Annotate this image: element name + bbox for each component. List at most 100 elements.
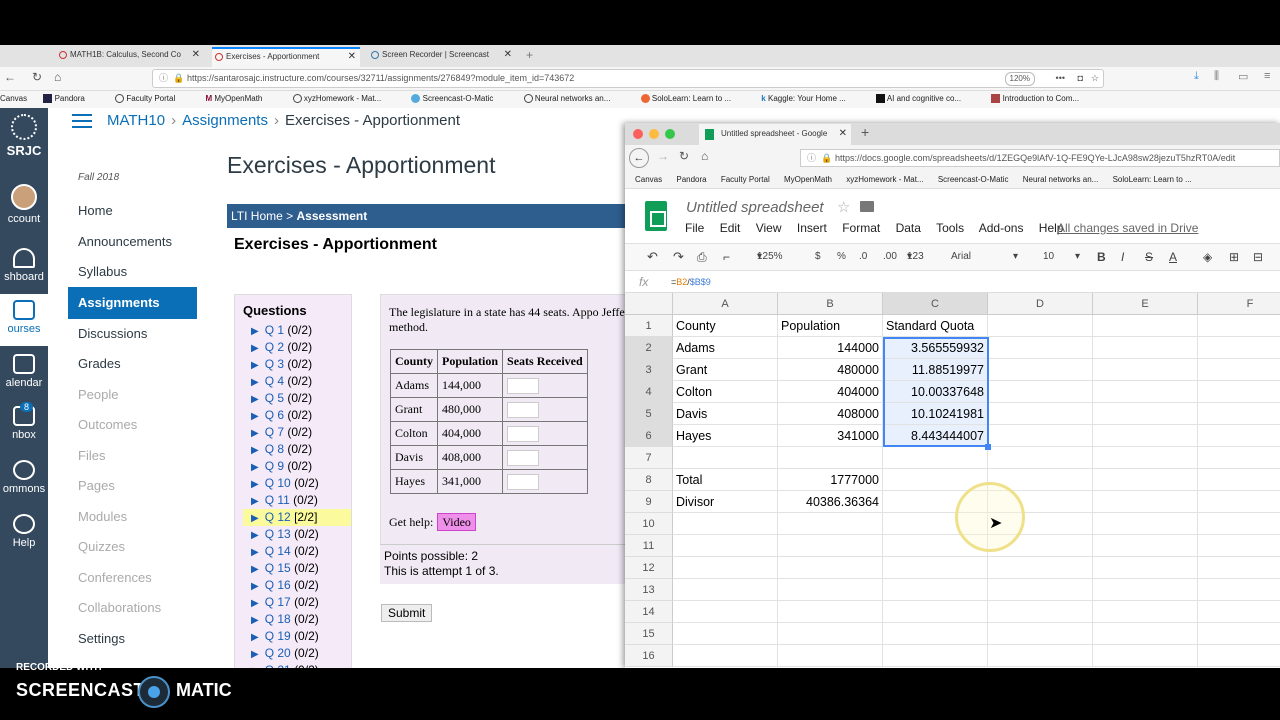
column-header[interactable]: A xyxy=(673,293,778,315)
cell[interactable]: Davis xyxy=(673,403,778,425)
paint-format-icon[interactable]: ⌐ xyxy=(723,244,730,270)
bold-icon[interactable]: B xyxy=(1097,244,1106,270)
bookmark-item[interactable]: Canvas xyxy=(635,175,662,184)
cell[interactable]: 480000 xyxy=(778,359,883,381)
cell[interactable] xyxy=(1198,447,1280,469)
course-nav-pages[interactable]: Pages xyxy=(68,470,197,502)
cell[interactable]: 144000 xyxy=(778,337,883,359)
submit-button[interactable]: Submit xyxy=(381,604,433,622)
row-header[interactable]: 10 xyxy=(625,513,673,535)
question-item[interactable]: ▶ Q 2 (0/2) xyxy=(243,339,351,356)
cell[interactable] xyxy=(1198,491,1280,513)
cell[interactable]: Total xyxy=(673,469,778,491)
home-icon[interactable]: ⌂ xyxy=(701,149,708,163)
cell[interactable]: Grant xyxy=(673,359,778,381)
cell[interactable] xyxy=(988,359,1093,381)
cell[interactable]: Standard Quota xyxy=(883,315,988,337)
cell[interactable]: Adams xyxy=(673,337,778,359)
question-item[interactable]: ▶ Q 4 (0/2) xyxy=(243,373,351,390)
column-header[interactable]: D xyxy=(988,293,1093,315)
cell[interactable] xyxy=(988,601,1093,623)
menu-tools[interactable]: Tools xyxy=(936,221,964,235)
course-nav-home[interactable]: Home xyxy=(68,195,197,227)
formula-text[interactable]: =B2/$B$9 xyxy=(671,271,711,293)
seats-input[interactable] xyxy=(507,425,540,442)
sidebar-icon[interactable]: ▭ xyxy=(1238,70,1248,83)
zoom-level[interactable]: 120% xyxy=(1004,72,1035,86)
question-item[interactable]: ▶ Q 13 (0/2) xyxy=(243,526,351,543)
cell[interactable] xyxy=(778,535,883,557)
cell[interactable] xyxy=(1093,359,1198,381)
cell[interactable] xyxy=(778,623,883,645)
question-item[interactable]: ▶ Q 5 (0/2) xyxy=(243,390,351,407)
cell[interactable] xyxy=(883,623,988,645)
cell[interactable] xyxy=(1093,645,1198,667)
bookmark-item[interactable]: k Kaggle: Your Home ... xyxy=(761,94,860,103)
close-icon[interactable]: ✕ xyxy=(504,47,512,63)
cell[interactable]: 11.88519977 xyxy=(883,359,988,381)
question-item[interactable]: ▶ Q 17 (0/2) xyxy=(243,594,351,611)
cell[interactable]: County xyxy=(673,315,778,337)
bookmark-item[interactable]: Faculty Portal xyxy=(721,175,770,184)
bookmark-item[interactable]: MyOpenMath xyxy=(784,175,832,184)
new-tab-button[interactable]: + xyxy=(861,124,869,140)
bookmark-item[interactable]: Introduction to Com... xyxy=(991,94,1093,104)
course-nav-conferences[interactable]: Conferences xyxy=(68,562,197,594)
question-item[interactable]: ▶ Q 1 (0/2) xyxy=(243,322,351,339)
bookmark-item[interactable]: Screencast-O-Matic xyxy=(938,175,1009,184)
cell[interactable] xyxy=(778,447,883,469)
zoom-select[interactable]: 125% ▾ xyxy=(757,244,783,270)
cell[interactable] xyxy=(673,447,778,469)
question-item[interactable]: ▶ Q 19 (0/2) xyxy=(243,628,351,645)
column-header[interactable]: B xyxy=(778,293,883,315)
cell[interactable] xyxy=(1093,579,1198,601)
course-nav-quizzes[interactable]: Quizzes xyxy=(68,531,197,563)
cell[interactable] xyxy=(673,535,778,557)
cell[interactable]: 10.10241981 xyxy=(883,403,988,425)
cell[interactable]: Population xyxy=(778,315,883,337)
row-header[interactable]: 5 xyxy=(625,403,673,425)
italic-icon[interactable]: I xyxy=(1121,244,1124,270)
cell[interactable] xyxy=(1093,403,1198,425)
print-icon[interactable]: ⎙ xyxy=(697,244,707,270)
question-item[interactable]: ▶ Q 18 (0/2) xyxy=(243,611,351,628)
cell[interactable] xyxy=(673,601,778,623)
more-icon[interactable]: ••• xyxy=(1056,70,1065,87)
cell[interactable]: 404000 xyxy=(778,381,883,403)
global-nav-calendar[interactable]: alendar xyxy=(0,354,48,389)
cell[interactable]: 341000 xyxy=(778,425,883,447)
course-nav-collaborations[interactable]: Collaborations xyxy=(68,592,197,624)
seats-input[interactable] xyxy=(507,377,540,394)
sheets-tab[interactable]: Untitled spreadsheet - Google ✕ xyxy=(699,124,851,145)
cell[interactable] xyxy=(673,557,778,579)
column-header[interactable]: E xyxy=(1093,293,1198,315)
column-header[interactable]: F xyxy=(1198,293,1280,315)
cell[interactable] xyxy=(1093,513,1198,535)
browser-tab[interactable]: Screen Recorder | Screencast ✕ xyxy=(368,47,516,67)
cell[interactable] xyxy=(1198,469,1280,491)
cell[interactable] xyxy=(988,315,1093,337)
question-item[interactable]: ▶ Q 3 (0/2) xyxy=(243,356,351,373)
minimize-window-icon[interactable] xyxy=(649,129,659,139)
reload-icon[interactable]: ↻ xyxy=(32,70,42,84)
question-item[interactable]: ▶ Q 9 (0/2) xyxy=(243,458,351,475)
global-nav-account[interactable]: ccount xyxy=(0,184,48,225)
global-nav-help[interactable]: Help xyxy=(0,514,48,549)
cell[interactable] xyxy=(1093,557,1198,579)
redo-icon[interactable]: ↷ xyxy=(673,244,684,270)
cell[interactable] xyxy=(988,645,1093,667)
home-icon[interactable]: ⌂ xyxy=(54,70,61,84)
cell[interactable] xyxy=(988,623,1093,645)
cell[interactable] xyxy=(1093,491,1198,513)
url-bar[interactable]: ⓘ 🔒 https://docs.google.com/spreadsheets… xyxy=(800,149,1280,167)
cell[interactable] xyxy=(1093,381,1198,403)
forward-icon[interactable]: → xyxy=(657,149,669,163)
cell[interactable] xyxy=(1093,425,1198,447)
question-item[interactable]: ▶ Q 8 (0/2) xyxy=(243,441,351,458)
cell[interactable] xyxy=(883,447,988,469)
save-status[interactable]: All changes saved in Drive xyxy=(1057,221,1198,235)
cell[interactable] xyxy=(1198,645,1280,667)
fill-handle[interactable] xyxy=(985,444,991,450)
browser-tab-active[interactable]: Exercises - Apportionment ✕ xyxy=(212,47,360,67)
seats-input[interactable] xyxy=(507,401,540,418)
